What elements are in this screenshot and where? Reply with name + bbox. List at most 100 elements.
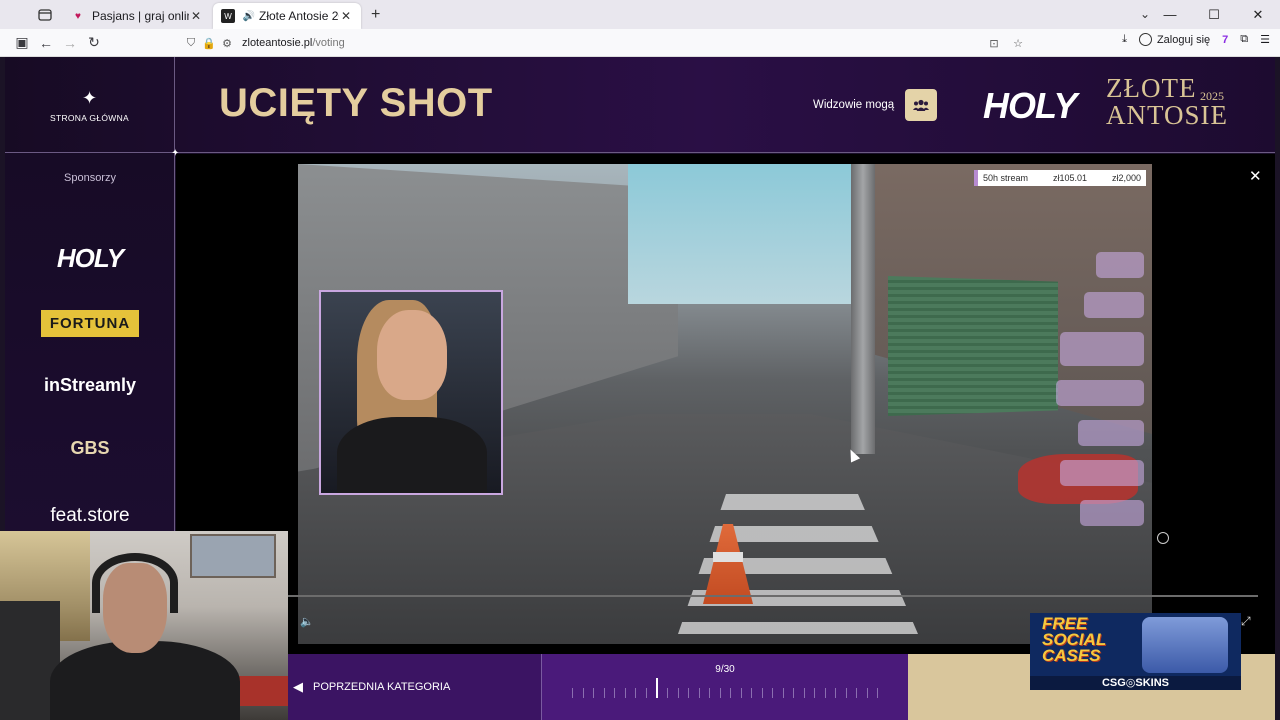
- category-tick[interactable]: [740, 688, 742, 698]
- video-scene-cone-stripe: [713, 552, 743, 562]
- video-player[interactable]: 50h stream zł105.01 zł2,000: [298, 164, 1152, 644]
- viewers-label: Widzowie mogą: [813, 99, 895, 111]
- sponsor-feat-store[interactable]: feat.store: [5, 505, 175, 527]
- forward-icon[interactable]: →: [58, 35, 82, 51]
- site-icon: W: [221, 9, 235, 23]
- category-tick[interactable]: [614, 688, 615, 698]
- sponsors-title: Sponsorzy: [64, 172, 116, 184]
- category-ticks: [572, 678, 878, 698]
- video-progress-bar[interactable]: [288, 595, 1258, 597]
- seek-handle[interactable]: [1157, 532, 1169, 544]
- sponsor-holy[interactable]: HOLY: [5, 243, 175, 274]
- tab-pasjans[interactable]: ♥ Pasjans | graj online ✕: [63, 3, 211, 29]
- browser-nav-bar: ▣ ← → ↻ ⛉ 🔒 ⚙ zloteantosie.pl/voting ⊡ ☆…: [0, 29, 1280, 57]
- category-tick[interactable]: [814, 688, 815, 698]
- account-icon: [1138, 33, 1152, 46]
- category-tick[interactable]: [856, 688, 857, 698]
- lock-icon[interactable]: 🔒: [200, 37, 218, 50]
- category-tick[interactable]: [698, 688, 700, 698]
- permissions-icon[interactable]: ⚙: [218, 37, 236, 50]
- install-app-icon[interactable]: ⊡: [985, 37, 1003, 50]
- chat-message: [1084, 292, 1144, 318]
- donation-goal-bar: 50h stream zł105.01 zł2,000: [974, 170, 1146, 186]
- sidebar-toggle-icon[interactable]: ▣: [10, 34, 34, 51]
- category-tick[interactable]: [582, 688, 584, 698]
- category-tick[interactable]: [793, 688, 794, 698]
- discord-case-image: [1142, 617, 1228, 673]
- ad-line3: CASES: [1042, 646, 1101, 665]
- webcam-figure: [50, 641, 240, 720]
- close-icon[interactable]: ✕: [1249, 167, 1262, 185]
- menu-icon[interactable]: ☰: [1260, 33, 1270, 46]
- star-logo-icon: ✦: [81, 87, 98, 108]
- csgoskins-ad-banner[interactable]: FREE SOCIAL CASES CSG◎SKINS: [1030, 613, 1241, 690]
- category-tick[interactable]: [688, 688, 689, 698]
- category-tick[interactable]: [572, 688, 573, 698]
- webcam-figure: [377, 310, 447, 400]
- previous-category-button[interactable]: ◀ POPRZEDNIA KATEGORIA: [288, 654, 542, 720]
- category-tick[interactable]: [877, 688, 878, 698]
- browser-tab-bar: ♥ Pasjans | graj online ✕ W 🔊 Złote Anto…: [0, 0, 1280, 29]
- ad-headline: FREE SOCIAL CASES: [1042, 615, 1106, 665]
- category-tick[interactable]: [624, 688, 626, 698]
- speaker-icon[interactable]: 🔊: [242, 9, 256, 23]
- category-counter: 9/30: [715, 664, 735, 675]
- video-stage: 50h stream zł105.01 zł2,000 ✕ 🔈 ⤢: [176, 154, 1275, 654]
- tab-overview-icon[interactable]: [31, 4, 59, 26]
- category-tick[interactable]: [835, 688, 836, 698]
- login-button[interactable]: Zaloguj się: [1138, 33, 1210, 46]
- streamer-webcam: [0, 531, 288, 720]
- volume-icon[interactable]: 🔈: [300, 615, 314, 628]
- category-tick[interactable]: [772, 688, 773, 698]
- brand-line2: ANTOSIE: [1106, 100, 1229, 130]
- chat-message: [1080, 500, 1144, 526]
- minimize-icon[interactable]: —: [1148, 7, 1192, 22]
- category-tick[interactable]: [635, 688, 636, 698]
- maximize-icon[interactable]: ☐: [1192, 7, 1236, 23]
- url-bar[interactable]: ⛉ 🔒 ⚙ zloteantosie.pl/voting ⊡ ☆: [182, 32, 1027, 54]
- chat-message: [1078, 420, 1144, 446]
- category-tick[interactable]: [677, 688, 679, 698]
- extensions-puzzle-icon[interactable]: ⧉: [1240, 33, 1248, 46]
- sponsor-instreamly[interactable]: inStreamly: [5, 375, 175, 396]
- close-icon[interactable]: ✕: [189, 9, 203, 23]
- category-tick[interactable]: [866, 688, 868, 698]
- category-tick[interactable]: [709, 688, 710, 698]
- category-tick[interactable]: [603, 688, 605, 698]
- sponsor-fortuna[interactable]: FORTUNA: [41, 310, 139, 337]
- bookmark-star-icon[interactable]: ☆: [1009, 37, 1027, 50]
- cards-icon: ♥: [75, 10, 81, 22]
- category-tick[interactable]: [593, 688, 594, 698]
- home-link[interactable]: ✦ STRONA GŁÓWNA: [5, 57, 175, 153]
- close-window-icon[interactable]: ✕: [1236, 7, 1280, 23]
- back-icon[interactable]: ←: [34, 35, 58, 51]
- chat-message: [1096, 252, 1144, 278]
- extension-icon[interactable]: 7: [1222, 34, 1228, 46]
- window-controls: — ☐ ✕: [1148, 0, 1280, 29]
- reload-icon[interactable]: ↻: [82, 34, 106, 51]
- category-tick[interactable]: [751, 688, 752, 698]
- new-tab-button[interactable]: +: [371, 6, 380, 24]
- fullscreen-icon[interactable]: ⤢: [1241, 614, 1251, 629]
- category-tick[interactable]: [824, 688, 826, 698]
- shield-icon[interactable]: ⛉: [182, 37, 200, 50]
- sponsor-gbs[interactable]: GBS: [5, 438, 175, 459]
- download-icon[interactable]: ⤓: [1122, 33, 1127, 46]
- tab-zlote-antosie[interactable]: W 🔊 Złote Antosie 2025 - Najwi ✕: [213, 3, 361, 29]
- category-tick[interactable]: [667, 688, 668, 698]
- url-host: zloteantosie.pl: [242, 37, 313, 49]
- close-icon[interactable]: ✕: [339, 9, 353, 23]
- category-tick[interactable]: [761, 688, 763, 698]
- category-tick-current[interactable]: [656, 678, 658, 698]
- chat-message: [1060, 460, 1144, 486]
- category-stepper: 9/30: [542, 654, 908, 720]
- category-tick[interactable]: [730, 688, 731, 698]
- video-scene-shutter: [888, 276, 1058, 416]
- category-tick[interactable]: [845, 688, 847, 698]
- viewers-group-button[interactable]: [905, 89, 938, 121]
- chat-message: [1056, 380, 1144, 406]
- category-tick[interactable]: [719, 688, 721, 698]
- category-tick[interactable]: [782, 688, 784, 698]
- category-tick[interactable]: [803, 688, 805, 698]
- category-tick[interactable]: [645, 688, 647, 698]
